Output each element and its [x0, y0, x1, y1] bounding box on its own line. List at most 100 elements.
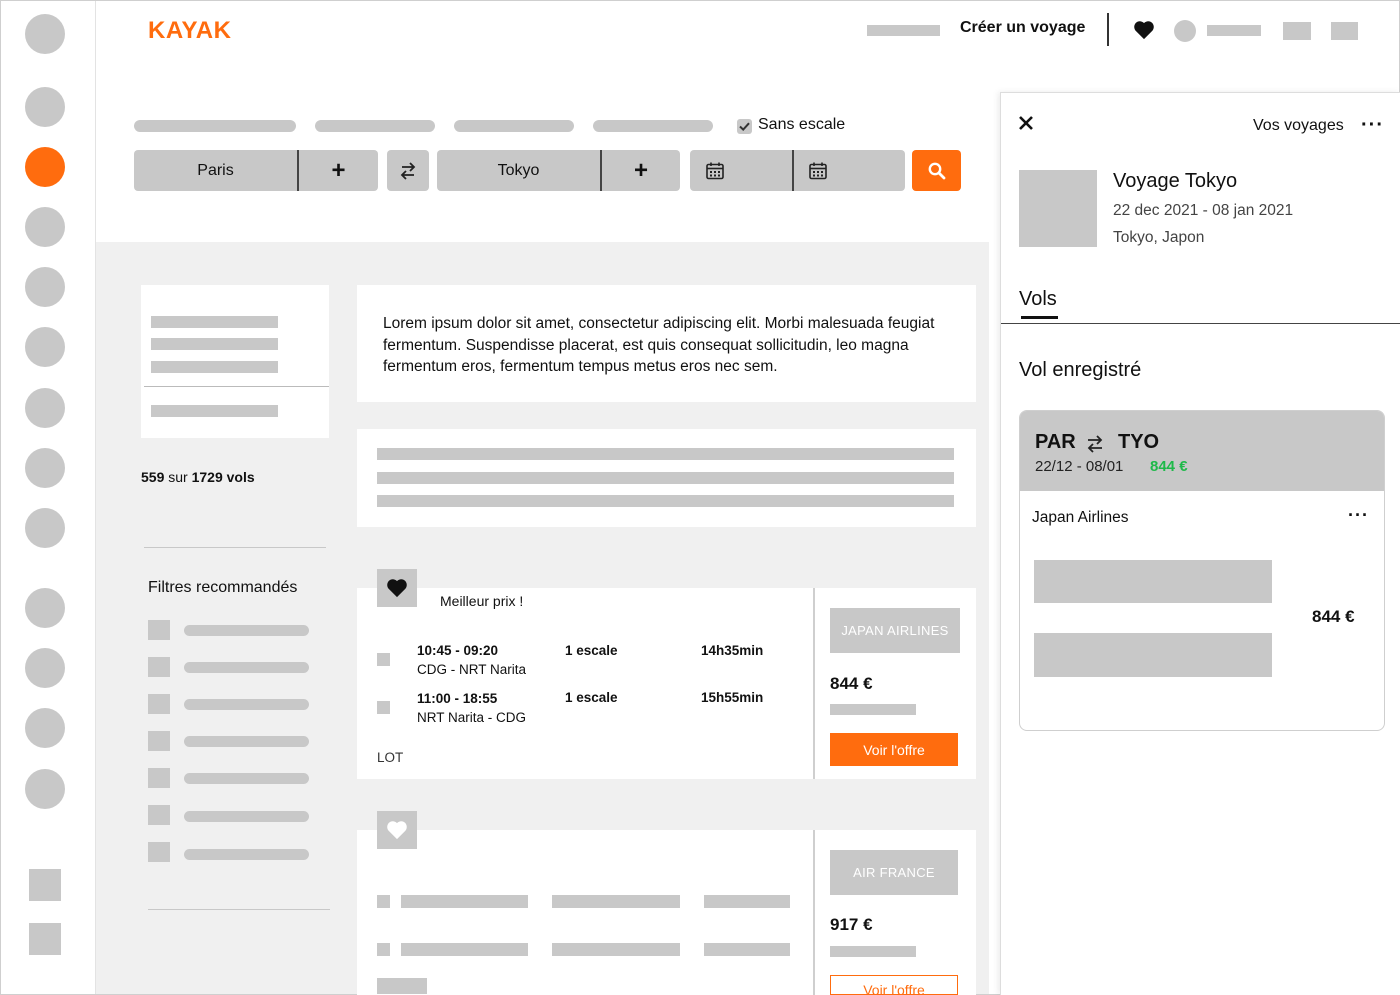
add-destination-button[interactable]: +: [602, 150, 680, 191]
view-offer-button[interactable]: Voir l'offre: [830, 975, 958, 995]
airline-name-box: AIR FRANCE: [830, 850, 958, 895]
results-total: 1729 vols: [191, 469, 255, 485]
departure-date-field[interactable]: [690, 150, 793, 191]
leg-times: 10:45 - 09:20: [417, 643, 499, 658]
sidebar-nav-item[interactable]: [25, 708, 65, 748]
results-shown: 559: [141, 469, 165, 485]
results-count: 559 sur 1729 vols: [141, 469, 255, 485]
leg-placeholder: [704, 943, 790, 956]
close-icon[interactable]: [1018, 115, 1034, 131]
sidebar-nav-item[interactable]: [25, 508, 65, 548]
tab-underline: [1021, 316, 1058, 319]
swap-icon: [1087, 435, 1103, 453]
trip-place: Tokyo, Japon: [1113, 229, 1205, 246]
sort-option-placeholder[interactable]: [151, 405, 278, 417]
favorite-button[interactable]: [377, 569, 417, 607]
leg-duration: 14h35min: [701, 643, 764, 658]
price-detail-placeholder: [830, 946, 916, 957]
search-button[interactable]: [912, 150, 961, 191]
saved-section-title: Vol enregistré: [1019, 359, 1142, 381]
leg-placeholder: [401, 943, 528, 956]
filter-label-placeholder: [184, 662, 309, 673]
filter-label-placeholder: [184, 736, 309, 747]
trip-image-placeholder: [1019, 170, 1097, 247]
operator-label: LOT: [377, 750, 404, 765]
search-tab-placeholder[interactable]: [454, 120, 574, 132]
plus-icon: +: [331, 156, 346, 184]
filter-checkbox[interactable]: [148, 657, 170, 677]
search-icon: [928, 162, 945, 179]
leg-placeholder: [552, 895, 680, 908]
sidebar-nav-item-active[interactable]: [25, 147, 65, 187]
text-placeholder: [377, 448, 954, 460]
swap-button[interactable]: [387, 150, 429, 191]
sidebar: [1, 1, 96, 994]
calendar-icon: [809, 162, 827, 179]
sidebar-nav-item[interactable]: [25, 14, 65, 54]
saved-origin: PAR: [1035, 431, 1076, 453]
saved-flight-card[interactable]: PAR TYO 22/12 - 08/01 844 € Japan Airlin…: [1019, 410, 1385, 731]
return-date-field[interactable]: [794, 150, 905, 191]
more-options-icon[interactable]: ···: [1361, 115, 1384, 135]
kayak-logo[interactable]: KAYAK: [148, 17, 231, 45]
favorite-button[interactable]: [377, 811, 417, 849]
search-tab-placeholder[interactable]: [593, 120, 713, 132]
tab-flights[interactable]: Vols: [1019, 288, 1057, 311]
info-card: [357, 429, 976, 527]
card-divider: [813, 588, 815, 779]
sort-option-placeholder[interactable]: [151, 316, 278, 328]
sidebar-nav-item[interactable]: [25, 207, 65, 247]
sidebar-bottom-item[interactable]: [29, 869, 61, 901]
saved-more-icon[interactable]: ···: [1348, 506, 1369, 524]
avatar[interactable]: [1174, 20, 1196, 42]
sidebar-nav-item[interactable]: [25, 769, 65, 809]
search-tab-placeholder[interactable]: [134, 120, 296, 132]
filter-checkbox[interactable]: [148, 694, 170, 714]
sort-option-placeholder[interactable]: [151, 361, 278, 373]
divider: [144, 386, 329, 387]
airline-name-box: JAPAN AIRLINES: [830, 608, 960, 653]
text-placeholder: [377, 472, 954, 484]
sidebar-bottom-item[interactable]: [29, 923, 61, 955]
airline-logo-placeholder: [377, 653, 390, 666]
filter-checkbox[interactable]: [148, 842, 170, 862]
origin-field[interactable]: Paris: [134, 150, 297, 191]
tab-divider: [1001, 323, 1400, 324]
filter-checkbox[interactable]: [148, 768, 170, 788]
sidebar-nav-item[interactable]: [25, 448, 65, 488]
add-origin-button[interactable]: +: [299, 150, 378, 191]
nonstop-checkbox[interactable]: [737, 119, 752, 134]
view-offer-button[interactable]: Voir l'offre: [830, 733, 958, 766]
header-link-placeholder[interactable]: [867, 25, 940, 36]
saved-destination: TYO: [1118, 431, 1160, 453]
header-menu-placeholder[interactable]: [1331, 22, 1358, 40]
filter-label-placeholder: [184, 811, 309, 822]
leg-stops: 1 escale: [565, 690, 618, 705]
sidebar-nav-item[interactable]: [25, 388, 65, 428]
nonstop-label: Sans escale: [758, 116, 846, 133]
header-menu-placeholder[interactable]: [1283, 22, 1311, 40]
card-divider: [813, 830, 815, 995]
heart-icon: [387, 579, 407, 598]
filter-checkbox[interactable]: [148, 731, 170, 751]
intro-text: Lorem ipsum dolor sit amet, consectetur …: [383, 315, 935, 375]
sidebar-nav-item[interactable]: [25, 87, 65, 127]
filter-checkbox[interactable]: [148, 620, 170, 640]
destination-field[interactable]: Tokyo: [437, 150, 600, 191]
best-price-badge: Meilleur prix !: [440, 593, 524, 609]
leg-route: NRT Narita - CDG: [417, 710, 527, 725]
sidebar-nav-item[interactable]: [25, 327, 65, 367]
sort-option-placeholder[interactable]: [151, 338, 278, 350]
sidebar-nav-item[interactable]: [25, 648, 65, 688]
sidebar-nav-item[interactable]: [25, 588, 65, 628]
create-trip-link[interactable]: Créer un voyage: [960, 19, 1085, 37]
filter-checkbox[interactable]: [148, 805, 170, 825]
sidebar-nav-item[interactable]: [25, 267, 65, 307]
operator-placeholder: [377, 978, 427, 994]
username-placeholder[interactable]: [1207, 25, 1261, 36]
leg-placeholder: [552, 943, 680, 956]
search-tab-placeholder[interactable]: [315, 120, 435, 132]
heart-icon[interactable]: [1133, 20, 1155, 40]
saved-airline: Japan Airlines: [1032, 509, 1129, 526]
calendar-icon: [706, 162, 724, 179]
